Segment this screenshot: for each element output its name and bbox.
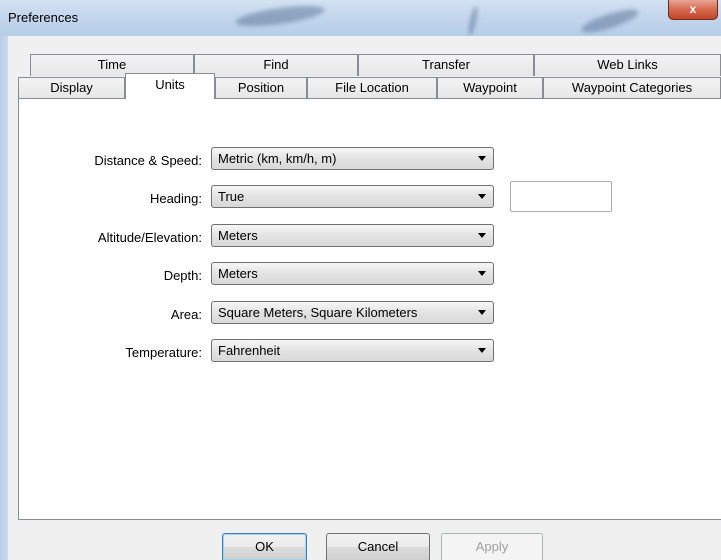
depth-value: Meters: [218, 266, 258, 281]
cancel-label: Cancel: [357, 539, 399, 554]
tab-waypoint-categories[interactable]: Waypoint Categories: [543, 77, 721, 99]
title-glass-decoration: [466, 5, 480, 36]
chevron-down-icon: [478, 194, 486, 199]
tab-label: Web Links: [597, 57, 658, 72]
chevron-down-icon: [478, 310, 486, 315]
tab-label: Position: [237, 80, 285, 95]
altitude-label: Altitude/Elevation:: [97, 230, 202, 245]
area-label: Area:: [170, 307, 202, 322]
tab-label: Time: [97, 57, 127, 72]
apply-label: Apply: [475, 539, 509, 554]
heading-label: Heading:: [149, 191, 202, 206]
chevron-down-icon: [478, 348, 486, 353]
area-value: Square Meters, Square Kilometers: [218, 305, 418, 320]
depth-select[interactable]: Meters: [211, 262, 494, 285]
chevron-down-icon: [478, 271, 486, 276]
close-icon: x: [689, 2, 697, 16]
tab-label: Units: [155, 77, 185, 92]
heading-select[interactable]: True: [211, 185, 494, 208]
tab-label: File Location: [335, 80, 409, 95]
title-bar: Preferences x: [0, 0, 721, 36]
ok-label: OK: [255, 539, 274, 554]
close-button[interactable]: x: [668, 0, 718, 20]
window-title: Preferences: [8, 10, 79, 25]
tab-web-links[interactable]: Web Links: [534, 54, 721, 76]
tab-label: Find: [263, 57, 289, 72]
tab-label: Waypoint Categories: [571, 80, 693, 95]
cancel-button[interactable]: Cancel: [326, 533, 430, 560]
window-frame: [0, 36, 8, 560]
heading-value: True: [218, 189, 245, 204]
distance-speed-value: Metric (km, km/h, m): [218, 151, 337, 166]
title-glass-decoration: [579, 5, 641, 36]
tab-waypoint[interactable]: Waypoint: [437, 77, 543, 99]
temperature-select[interactable]: Fahrenheit: [211, 339, 494, 362]
area-select[interactable]: Square Meters, Square Kilometers: [211, 301, 494, 324]
apply-button[interactable]: Apply: [441, 533, 543, 560]
tab-position[interactable]: Position: [215, 77, 307, 99]
temperature-label: Temperature:: [125, 345, 202, 360]
tab-display[interactable]: Display: [18, 77, 125, 99]
depth-label: Depth:: [163, 268, 202, 283]
ok-button[interactable]: OK: [222, 533, 307, 560]
tab-units[interactable]: Units: [125, 73, 215, 99]
tab-transfer[interactable]: Transfer: [358, 54, 534, 76]
altitude-value: Meters: [218, 228, 258, 243]
tab-find[interactable]: Find: [194, 54, 358, 76]
tab-label: Display: [50, 80, 93, 95]
tab-file-location[interactable]: File Location: [307, 77, 437, 99]
heading-offset-input[interactable]: [510, 181, 612, 212]
distance-speed-label: Distance & Speed:: [94, 153, 202, 168]
chevron-down-icon: [478, 156, 486, 161]
altitude-select[interactable]: Meters: [211, 224, 494, 247]
distance-speed-select[interactable]: Metric (km, km/h, m): [211, 147, 494, 170]
tab-label: Waypoint: [463, 80, 517, 95]
chevron-down-icon: [478, 233, 486, 238]
tab-label: Transfer: [422, 57, 470, 72]
temperature-value: Fahrenheit: [218, 343, 281, 358]
title-glass-decoration: [234, 1, 326, 31]
